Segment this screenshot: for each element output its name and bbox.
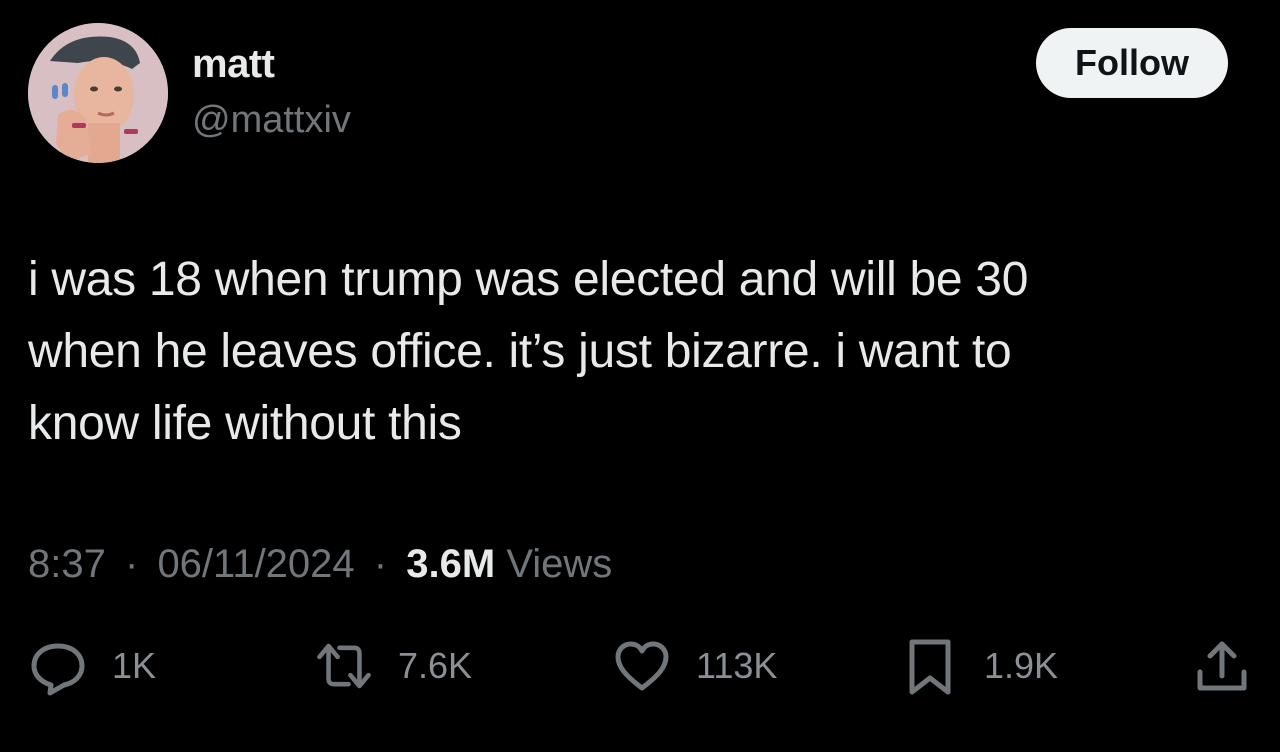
author-info: matt @mattxiv	[192, 40, 351, 144]
bookmark-count: 1.9K	[984, 645, 1059, 686]
tweet-text-line: when he leaves office. it’s just bizarre…	[28, 325, 1012, 378]
user-handle[interactable]: @mattxiv	[192, 96, 351, 144]
views-label: Views	[506, 542, 613, 586]
tweet-meta: 8:37 · 06/11/2024 · 3.6M Views	[28, 536, 612, 592]
tweet-text-line: i was 18 when trump was elected and will…	[28, 253, 1029, 306]
like-button[interactable]: 113K	[612, 636, 777, 696]
tweet-date[interactable]: 06/11/2024	[157, 542, 354, 586]
tweet-text: i was 18 when trump was elected and will…	[28, 244, 1228, 460]
views-count: 3.6M	[406, 542, 496, 586]
meta-separator: ·	[373, 542, 388, 586]
tweet-card: matt @mattxiv Follow i was 18 when trump…	[0, 0, 1280, 752]
tweet-text-line: know life without this	[28, 397, 462, 450]
action-bar: 1K 7.6K 113K 1.9K	[0, 636, 1280, 696]
share-button[interactable]	[1192, 636, 1252, 696]
bookmark-icon	[900, 636, 960, 696]
follow-button[interactable]: Follow	[1036, 28, 1228, 98]
repost-button[interactable]: 7.6K	[314, 636, 472, 696]
like-count: 113K	[696, 645, 778, 686]
heart-icon	[612, 636, 672, 696]
share-icon	[1192, 636, 1252, 696]
reply-count: 1K	[112, 645, 157, 686]
display-name[interactable]: matt	[192, 40, 351, 88]
meta-separator: ·	[124, 542, 139, 586]
tweet-time[interactable]: 8:37	[28, 542, 106, 586]
reply-icon	[28, 636, 88, 696]
bookmark-button[interactable]: 1.9K	[900, 636, 1058, 696]
avatar[interactable]	[28, 23, 168, 163]
repost-icon	[314, 636, 374, 696]
profile-photo-icon	[28, 23, 168, 163]
repost-count: 7.6K	[398, 645, 473, 686]
reply-button[interactable]: 1K	[28, 636, 156, 696]
